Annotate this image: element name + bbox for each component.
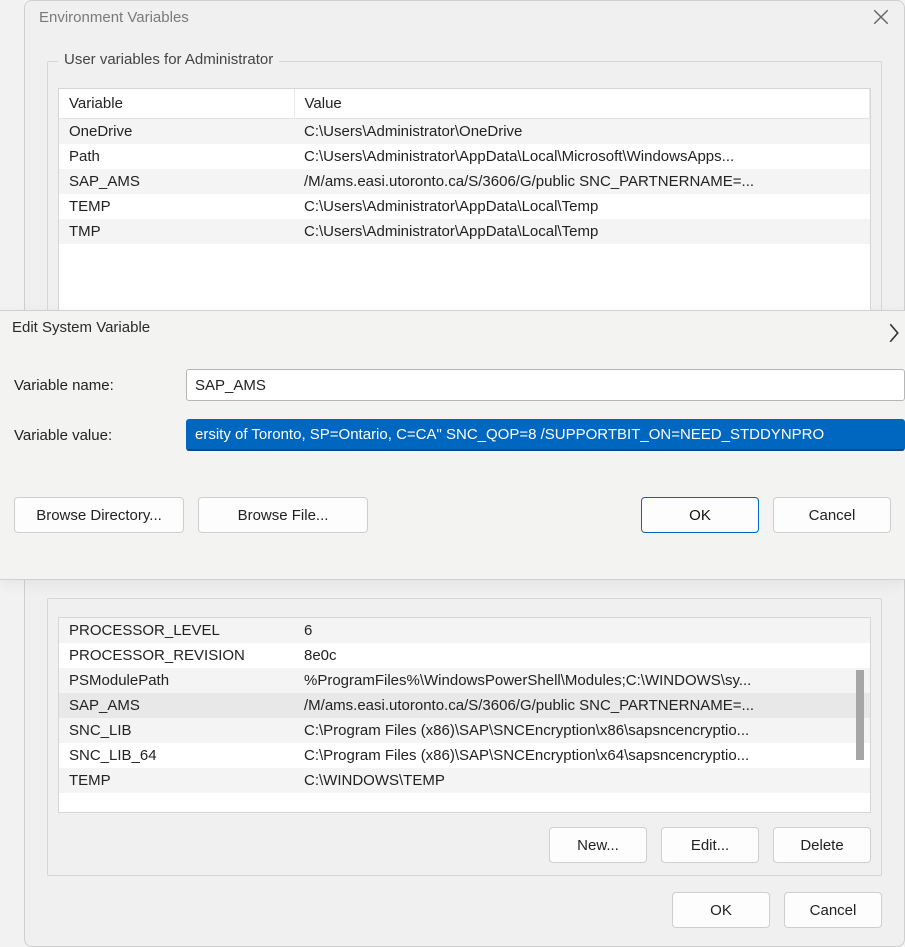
system-edit-button[interactable]: Edit... — [661, 827, 759, 863]
cell-variable: PROCESSOR_LEVEL — [59, 618, 294, 643]
cell-variable: PROCESSOR_REVISION — [59, 643, 294, 668]
cell-value: C:\WINDOWS\TEMP — [294, 768, 870, 793]
cell-variable: SNC_LIB — [59, 718, 294, 743]
table-row[interactable]: OneDriveC:\Users\Administrator\OneDrive — [59, 119, 870, 145]
column-header-value[interactable]: Value — [294, 89, 870, 119]
variable-value-row: Variable value: — [14, 419, 905, 451]
variable-name-row: Variable name: — [14, 369, 905, 401]
table-row[interactable]: PROCESSOR_REVISION8e0c — [59, 643, 870, 668]
system-table-scrollbar[interactable] — [852, 618, 868, 812]
cell-variable: SAP_AMS — [59, 693, 294, 718]
table-row[interactable]: TEMPC:\Users\Administrator\AppData\Local… — [59, 194, 870, 219]
table-row[interactable]: SNC_LIB_64C:\Program Files (x86)\SAP\SNC… — [59, 743, 870, 768]
table-row[interactable]: SAP_AMS/M/ams.easi.utoronto.ca/S/3606/G/… — [59, 693, 870, 718]
cell-value: C:\Program Files (x86)\SAP\SNCEncryption… — [294, 743, 870, 768]
system-variables-group: PROCESSOR_LEVEL6PROCESSOR_REVISION8e0cPS… — [47, 598, 882, 876]
system-variables-table[interactable]: PROCESSOR_LEVEL6PROCESSOR_REVISION8e0cPS… — [58, 617, 871, 813]
table-row[interactable]: TEMPC:\WINDOWS\TEMP — [59, 768, 870, 793]
cell-variable: TEMP — [59, 194, 294, 219]
table-row[interactable]: SAP_AMS/M/ams.easi.utoronto.ca/S/3606/G/… — [59, 169, 870, 194]
env-ok-button[interactable]: OK — [672, 892, 770, 928]
column-header-variable[interactable]: Variable — [59, 89, 294, 119]
cell-value: C:\Users\Administrator\OneDrive — [294, 119, 870, 145]
cell-value: 8e0c — [294, 643, 870, 668]
cell-value: /M/ams.easi.utoronto.ca/S/3606/G/public … — [294, 693, 870, 718]
system-new-button[interactable]: New... — [549, 827, 647, 863]
cell-variable: TMP — [59, 219, 294, 244]
cell-value: C:\Program Files (x86)\SAP\SNCEncryption… — [294, 718, 870, 743]
cell-value: C:\Users\Administrator\AppData\Local\Tem… — [294, 219, 870, 244]
env-bottom-bar: OK Cancel — [25, 876, 904, 946]
variable-value-label: Variable value: — [14, 427, 186, 444]
cell-variable: Path — [59, 144, 294, 169]
variable-name-input[interactable] — [186, 369, 905, 401]
cell-variable: TEMP — [59, 768, 294, 793]
table-row[interactable]: PROCESSOR_LEVEL6 — [59, 618, 870, 643]
variable-value-input[interactable] — [186, 419, 905, 451]
close-icon[interactable] — [872, 8, 890, 26]
variable-name-label: Variable name: — [14, 377, 186, 394]
cell-variable: SAP_AMS — [59, 169, 294, 194]
cell-value: 6 — [294, 618, 870, 643]
table-row[interactable]: PSModulePath%ProgramFiles%\WindowsPowerS… — [59, 668, 870, 693]
chevron-right-icon — [887, 323, 901, 343]
edit-system-variable-dialog: Edit System Variable Variable name: Vari… — [0, 310, 905, 580]
edit-titlebar: Edit System Variable — [0, 311, 905, 343]
env-title: Environment Variables — [39, 9, 189, 26]
user-variables-legend: User variables for Administrator — [58, 51, 279, 68]
edit-ok-button[interactable]: OK — [641, 497, 759, 533]
scroll-thumb[interactable] — [856, 670, 864, 760]
env-cancel-button[interactable]: Cancel — [784, 892, 882, 928]
table-row[interactable]: SNC_LIBC:\Program Files (x86)\SAP\SNCEnc… — [59, 718, 870, 743]
cell-value: C:\Users\Administrator\AppData\Local\Mic… — [294, 144, 870, 169]
browse-file-button[interactable]: Browse File... — [198, 497, 368, 533]
browse-directory-button[interactable]: Browse Directory... — [14, 497, 184, 533]
cell-variable: PSModulePath — [59, 668, 294, 693]
cell-value: /M/ams.easi.utoronto.ca/S/3606/G/public … — [294, 169, 870, 194]
cell-variable: OneDrive — [59, 119, 294, 145]
cell-variable: SNC_LIB_64 — [59, 743, 294, 768]
edit-cancel-button[interactable]: Cancel — [773, 497, 891, 533]
table-row[interactable]: TMPC:\Users\Administrator\AppData\Local\… — [59, 219, 870, 244]
edit-title: Edit System Variable — [12, 319, 893, 336]
table-row[interactable]: PathC:\Users\Administrator\AppData\Local… — [59, 144, 870, 169]
env-titlebar: Environment Variables — [25, 1, 904, 33]
user-variables-table[interactable]: Variable Value OneDriveC:\Users\Administ… — [58, 88, 871, 348]
system-delete-button[interactable]: Delete — [773, 827, 871, 863]
cell-value: %ProgramFiles%\WindowsPowerShell\Modules… — [294, 668, 870, 693]
cell-value: C:\Users\Administrator\AppData\Local\Tem… — [294, 194, 870, 219]
